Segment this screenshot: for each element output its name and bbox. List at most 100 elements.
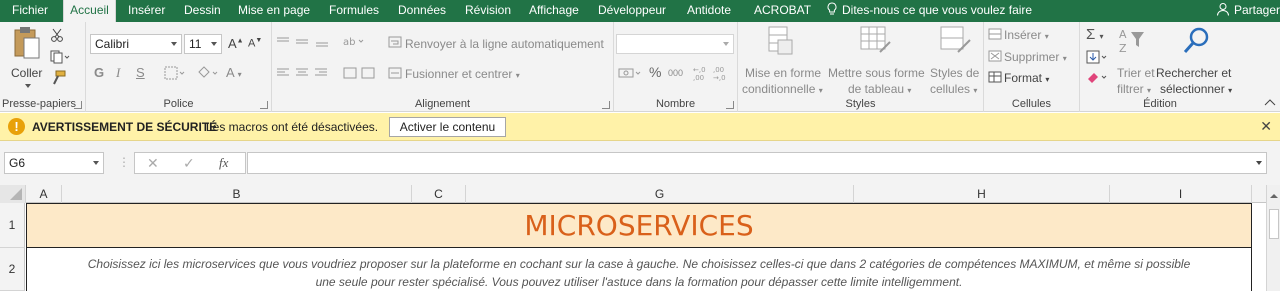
align-top-icon[interactable] [276, 36, 338, 48]
increase-decimal-icon[interactable]: ←,0 ,00 ,00 →,0 [692, 64, 732, 82]
clipboard-launcher-icon[interactable] [74, 101, 82, 109]
eraser-icon[interactable] [1086, 70, 1110, 84]
tab-fichier[interactable]: Fichier [12, 0, 48, 22]
svg-text:,00: ,00 [693, 74, 704, 82]
security-warning-title: AVERTISSEMENT DE SÉCURITÉ [32, 120, 218, 134]
tell-me-search[interactable]: Dites-nous ce que vous voulez faire [826, 0, 1032, 22]
format-as-table-label-1: Mettre sous forme [828, 66, 925, 80]
tab-mise-en-page[interactable]: Mise en page [238, 0, 310, 22]
share-button[interactable]: Partager [1216, 0, 1280, 22]
delete-cells-button[interactable]: Supprimer ▾ [1004, 50, 1067, 64]
insert-cells-button[interactable]: Insérer ▾ [1004, 28, 1049, 42]
confirm-formula-icon[interactable]: ✓ [183, 155, 195, 172]
column-header-c[interactable]: C [412, 185, 466, 203]
conditional-formatting-label-2: conditionnelle ▾ [742, 82, 823, 96]
row-header-1[interactable]: 1 [0, 203, 25, 248]
vertical-scrollbar[interactable] [1266, 185, 1280, 291]
collapse-ribbon-icon[interactable] [1264, 98, 1276, 106]
font-launcher-icon[interactable] [260, 101, 268, 109]
tab-formules[interactable]: Formules [329, 0, 379, 22]
tab-acrobat[interactable]: ACROBAT [754, 0, 811, 22]
description-cell[interactable]: Choisissez ici les microservices que vou… [26, 248, 1252, 291]
merge-center-label: Fusionner et centrer [405, 67, 513, 81]
tell-me-label: Dites-nous ce que vous voulez faire [842, 3, 1033, 17]
fill-icon[interactable] [1086, 50, 1110, 64]
merge-center-button[interactable]: Fusionner et centrer ▾ [405, 67, 520, 81]
cancel-formula-icon[interactable]: ✕ [147, 155, 159, 172]
person-icon [1216, 3, 1229, 16]
scrollbar-thumb[interactable] [1269, 209, 1279, 239]
select-all-button[interactable] [0, 185, 26, 203]
title-cell[interactable]: MICROSERVICES [26, 203, 1252, 248]
grow-font-button[interactable]: A▲ [228, 36, 244, 51]
group-label-editing: Édition [1143, 98, 1177, 110]
tab-antidote[interactable]: Antidote [687, 0, 731, 22]
orientation-icon[interactable]: ab [342, 34, 366, 48]
group-label-font: Police [163, 98, 194, 110]
description-line-2: une seule pour rester spécialisé. Vous p… [315, 275, 963, 289]
cut-icon[interactable] [50, 28, 64, 42]
name-box[interactable]: G6 [4, 152, 104, 174]
alignment-launcher-icon[interactable] [602, 101, 610, 109]
bold-button[interactable]: G [94, 65, 104, 80]
tab-developpeur[interactable]: Développeur [598, 0, 666, 22]
tab-affichage[interactable]: Affichage [529, 0, 579, 22]
align-left-icon[interactable] [276, 67, 376, 79]
insert-function-button[interactable]: fx [219, 155, 228, 171]
column-header-a[interactable]: A [26, 185, 62, 203]
row-header-2[interactable]: 2 [0, 248, 25, 291]
accounting-format-icon[interactable] [618, 66, 644, 80]
tab-accueil[interactable]: Accueil [63, 0, 116, 23]
font-color-button[interactable]: A ▾ [226, 65, 242, 80]
wrap-text-button[interactable]: Renvoyer à la ligne automatiquement [405, 37, 604, 51]
format-painter-icon[interactable] [50, 70, 66, 86]
number-launcher-icon[interactable] [726, 101, 734, 109]
copy-icon[interactable] [50, 50, 70, 64]
select-all-triangle-icon [10, 188, 22, 200]
group-cells: Insérer ▾ Supprimer ▾ Format ▾ Cellules [984, 22, 1080, 112]
svg-text:,00: ,00 [713, 66, 724, 74]
cell-styles-button[interactable]: Styles de cellules ▾ [928, 26, 982, 96]
italic-button[interactable]: I [116, 65, 120, 81]
tab-revision[interactable]: Révision [465, 0, 511, 22]
group-styles: Mise en forme conditionnelle ▾ Mettre so… [738, 22, 984, 112]
scroll-up-icon[interactable] [1268, 191, 1280, 201]
autosum-icon[interactable]: Σ ▾ [1086, 26, 1103, 43]
close-icon[interactable]: ✕ [1260, 118, 1272, 135]
group-label-styles: Styles [845, 98, 876, 110]
fill-color-icon[interactable] [196, 66, 220, 80]
shrink-font-button[interactable]: A▼ [248, 37, 262, 50]
search-icon [1183, 27, 1209, 53]
column-header-h[interactable]: H [854, 185, 1110, 203]
borders-icon[interactable] [164, 66, 186, 80]
tab-inserer[interactable]: Insérer [128, 0, 165, 22]
svg-text:←,0: ←,0 [693, 66, 706, 74]
chevron-down-icon [25, 84, 31, 88]
conditional-formatting-button[interactable]: Mise en forme conditionnelle ▾ [740, 26, 826, 96]
column-header-g[interactable]: G [466, 185, 854, 203]
number-format-select[interactable] [616, 34, 734, 54]
formula-input[interactable] [247, 152, 1267, 174]
column-header-b[interactable]: B [62, 185, 412, 203]
format-cells-button[interactable]: Format ▾ [1004, 71, 1049, 85]
column-header-i[interactable]: I [1110, 185, 1252, 203]
format-cells-icon [988, 71, 1002, 83]
font-size-select[interactable]: 11 [184, 34, 222, 54]
insert-cells-icon [988, 28, 1002, 40]
thousands-separator-button[interactable]: 000 [668, 68, 683, 78]
underline-button[interactable]: S [136, 65, 145, 80]
formula-bar: G6 ⋮ ✕ ✓ fx [0, 141, 1280, 185]
paste-button[interactable]: Coller [4, 26, 48, 88]
cell-styles-label-2: cellules ▾ [930, 82, 978, 96]
percent-button[interactable]: % [649, 64, 661, 80]
sort-filter-label-2: filtrer ▾ [1117, 82, 1152, 96]
conditional-formatting-label-1: Mise en forme [745, 66, 822, 80]
tab-dessin[interactable]: Dessin [184, 0, 221, 22]
sort-filter-button[interactable]: A Z Trier et filtrer ▾ [1114, 26, 1156, 96]
tab-donnees[interactable]: Données [398, 0, 446, 22]
font-name-select[interactable]: Calibri [90, 34, 182, 54]
enable-content-button[interactable]: Activer le contenu [389, 117, 506, 137]
find-select-button[interactable]: Rechercher et sélectionner ▾ [1156, 26, 1238, 96]
format-as-table-button[interactable]: Mettre sous forme de tableau ▾ [828, 26, 928, 96]
group-label-alignment: Alignement [414, 98, 471, 110]
